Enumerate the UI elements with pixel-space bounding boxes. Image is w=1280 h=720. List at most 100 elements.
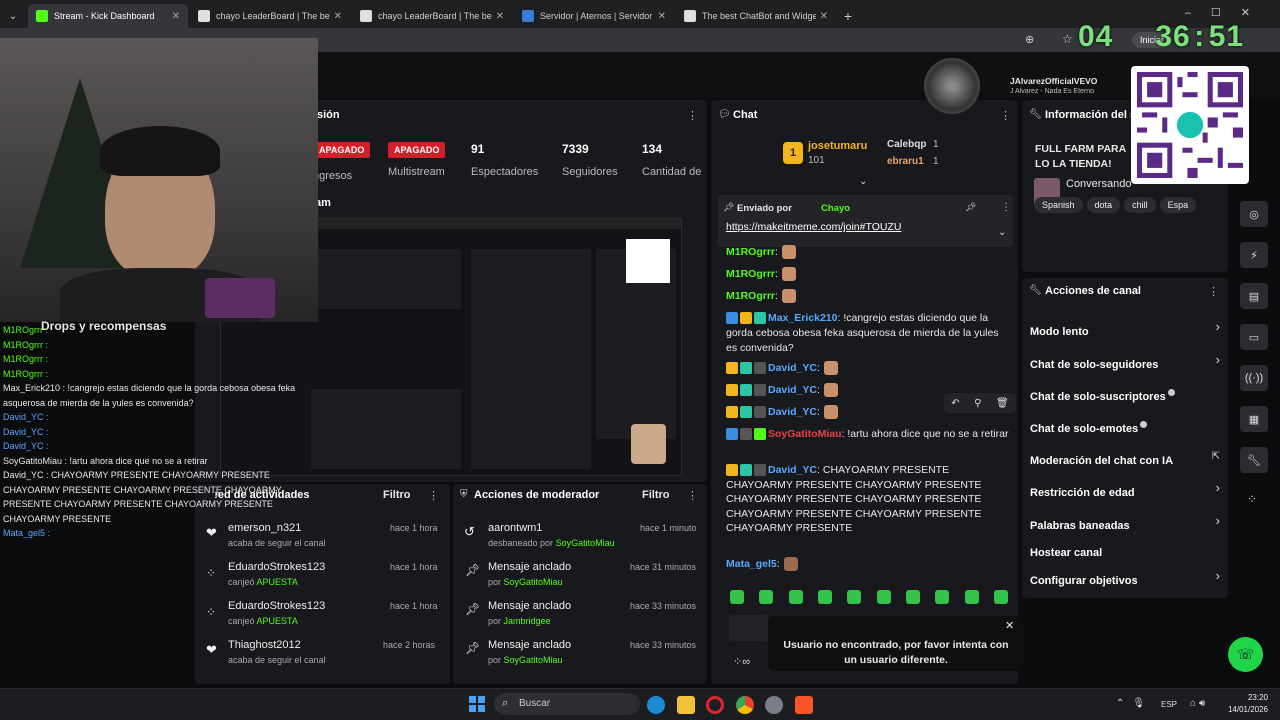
tag[interactable]: Spanish <box>1034 197 1083 213</box>
filter-button[interactable]: Filtro <box>642 489 670 501</box>
taskbar-search[interactable]: ⌕ Buscar <box>494 693 640 715</box>
sidebar-button-chat[interactable]: ▭ <box>1240 324 1268 350</box>
kebab-icon[interactable]: ⋮ <box>687 109 698 122</box>
star-icon[interactable]: ☆ <box>1062 32 1073 46</box>
sidebar-button-camera[interactable]: ◎ <box>1240 201 1268 227</box>
emote[interactable] <box>847 590 862 604</box>
settings-icon[interactable] <box>765 696 783 714</box>
channel-action-item[interactable]: Moderación del chat con IA ⇱ <box>1030 451 1220 469</box>
sidebar-button-layout[interactable]: ▦ <box>1240 406 1268 432</box>
tray-status-icons[interactable]: ⌂🔊︎ <box>1190 698 1208 709</box>
chrome-icon[interactable] <box>736 696 754 714</box>
feed-user[interactable]: Thiaghost2012 <box>228 639 301 651</box>
chat-input[interactable] <box>729 615 769 641</box>
new-tab-button[interactable]: + <box>836 4 860 28</box>
opera-icon[interactable] <box>706 696 724 714</box>
mod-item-title[interactable]: Mensaje anclado <box>488 639 571 651</box>
emote[interactable] <box>730 590 744 604</box>
overlay-chat-line: David_YC : <box>3 412 49 422</box>
feed-user[interactable]: EduardoStrokes123 <box>228 561 325 573</box>
feed-user[interactable]: EduardoStrokes123 <box>228 600 325 612</box>
emote[interactable] <box>759 590 774 604</box>
channel-action-item[interactable]: Restricción de edad › <box>1030 480 1220 501</box>
emote[interactable] <box>788 590 803 604</box>
top-user[interactable]: ebraru1 <box>887 156 924 167</box>
close-icon[interactable]: ✕ <box>820 11 828 22</box>
mod-item-sub: desbaneado por SoyGatitoMiau <box>488 538 615 548</box>
tab-leaderboard-2[interactable]: chayo LeaderBoard | The best Cha✕ <box>352 4 512 28</box>
sidebar-button-broadcast[interactable]: ((·)) <box>1240 365 1268 391</box>
tab-leaderboard-1[interactable]: chayo LeaderBoard | The best Cha✕ <box>190 4 350 28</box>
emoji-icon[interactable]: ⁘∞ <box>733 655 750 668</box>
category-name[interactable]: Conversando <box>1066 178 1131 190</box>
channel-action-item[interactable]: Hostear canal <box>1030 543 1220 561</box>
emote[interactable] <box>876 590 891 604</box>
tab-chatbot[interactable]: The best ChatBot and Widgets for✕ <box>676 4 836 28</box>
stat-label: Multistream <box>388 166 445 178</box>
pin-icon[interactable]: ⚲ <box>974 398 981 409</box>
sidebar-button-wrench[interactable]: 🔧︎ <box>1240 447 1268 473</box>
tag[interactable]: dota <box>1086 197 1121 213</box>
emote[interactable] <box>964 590 979 604</box>
mod-item-sub: por SoyGatitoMiau <box>488 655 563 665</box>
edge-icon[interactable] <box>647 696 665 714</box>
chevron-down-icon[interactable]: ⌄ <box>859 176 867 187</box>
windows-start-icon[interactable] <box>469 696 485 712</box>
filter-button[interactable]: Filtro <box>383 489 411 501</box>
channel-action-item[interactable]: Modo lento › <box>1030 319 1220 340</box>
tray-icons[interactable]: ⌃🎙︎ <box>1116 698 1153 709</box>
channel-action-item[interactable]: Configurar objetivos › <box>1030 568 1220 589</box>
trash-icon[interactable]: 🗑︎ <box>996 398 1009 409</box>
kebab-icon[interactable]: ⋮ <box>687 489 698 502</box>
channel-action-item[interactable]: Chat de solo-seguidores › <box>1030 352 1220 373</box>
emote[interactable] <box>993 590 1008 604</box>
tag[interactable]: Espa <box>1159 197 1197 213</box>
top-user[interactable]: Calebqp <box>887 139 926 150</box>
tab-list-button[interactable]: ⌄ <box>0 4 26 28</box>
tag[interactable]: chill <box>1124 197 1156 213</box>
sidebar-drops-icon[interactable]: ⁘ <box>1247 492 1257 506</box>
clock-date[interactable]: 14/01/2026 <box>1222 705 1268 714</box>
chevron-down-icon[interactable]: ⌄ <box>998 227 1006 238</box>
sidebar-button-lightning[interactable]: ⚡︎ <box>1240 242 1268 268</box>
close-icon[interactable]: ✕ <box>496 11 504 22</box>
brave-icon[interactable] <box>795 696 813 714</box>
folder-icon[interactable] <box>677 696 695 714</box>
badge-icon <box>754 406 766 419</box>
kebab-icon[interactable]: ⋮ <box>1208 285 1219 298</box>
mod-item-title[interactable]: Mensaje anclado <box>488 600 571 612</box>
emote[interactable] <box>817 590 832 604</box>
chat-title: Chat <box>733 109 758 121</box>
close-icon[interactable]: ✕ <box>1005 619 1014 632</box>
close-icon[interactable]: ✕ <box>658 11 666 22</box>
channel-action-item[interactable]: Chat de solo-suscriptores <box>1030 387 1220 405</box>
kebab-icon[interactable]: ⋮ <box>1001 202 1011 213</box>
clock-time[interactable]: 23:20 <box>1236 693 1268 702</box>
tab-kick-dashboard[interactable]: Stream - Kick Dashboard ✕ <box>28 4 188 28</box>
unpin-icon[interactable]: 📌︎ <box>965 202 976 213</box>
message-actions: ↶ ⚲ 🗑︎ <box>944 393 1016 413</box>
pinned-by-user[interactable]: Chayo <box>821 203 850 214</box>
mod-item-title[interactable]: Mensaje anclado <box>488 561 571 573</box>
multistream-badge: APAGADO <box>388 142 446 158</box>
channel-action-item[interactable]: Palabras baneadas › <box>1030 513 1220 534</box>
channel-action-item[interactable]: Chat de solo-emotes <box>1030 419 1220 437</box>
undo-icon[interactable]: ↶ <box>951 398 959 409</box>
zoom-icon[interactable]: ⊕ <box>1025 33 1034 46</box>
emote[interactable] <box>935 590 950 604</box>
chevron-right-icon: › <box>1215 568 1220 583</box>
close-icon[interactable]: ✕ <box>172 11 180 22</box>
input-language[interactable]: ESP <box>1161 700 1177 709</box>
top-user[interactable]: josetumaru <box>808 140 867 152</box>
tab-aternos[interactable]: Servidor | Aternos | Servidor de M✕ <box>514 4 674 28</box>
yape-qr-code <box>1131 66 1249 184</box>
emote[interactable] <box>905 590 920 604</box>
chat-panel: 💬︎ Chat ⋮ 1 josetumaru 101 Calebqp 1 ebr… <box>711 100 1018 684</box>
mod-item-title[interactable]: aarontwm1 <box>488 522 542 534</box>
pinned-link[interactable]: https://makeitmeme.com/join#TOUZU <box>726 221 901 233</box>
kebab-icon[interactable]: ⋮ <box>428 489 439 502</box>
close-icon[interactable]: ✕ <box>334 11 342 22</box>
support-button[interactable]: ☏ <box>1228 637 1263 672</box>
taskbar <box>0 688 1280 720</box>
sidebar-button-notes[interactable]: ▤ <box>1240 283 1268 309</box>
